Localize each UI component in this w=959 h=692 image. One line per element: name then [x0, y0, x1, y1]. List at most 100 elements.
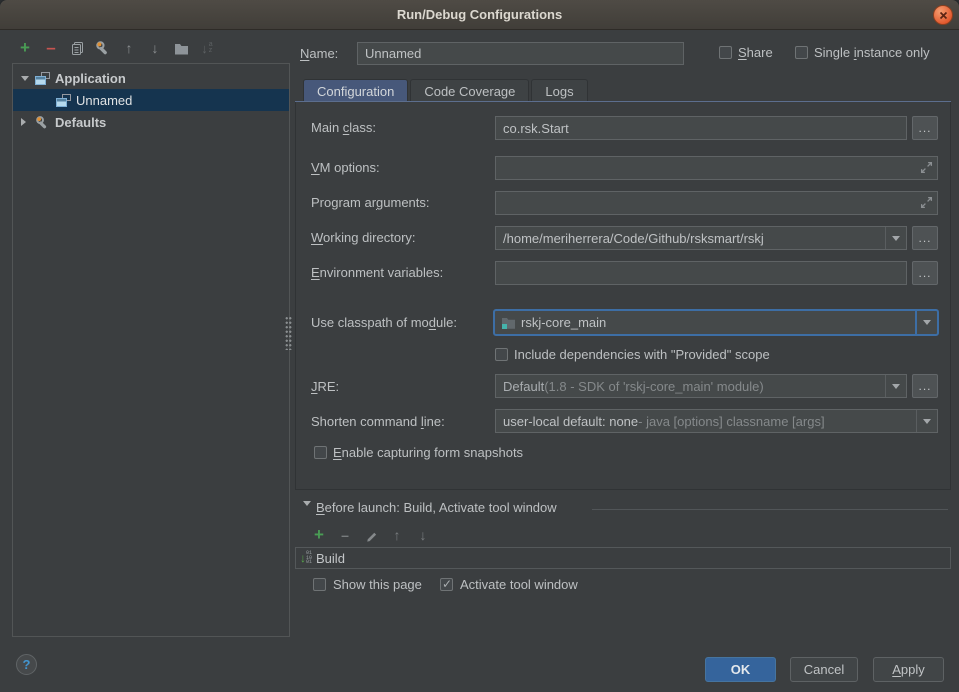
ok-button[interactable]: OK	[705, 657, 776, 682]
cancel-button-label: Cancel	[804, 662, 844, 677]
tree-item-defaults[interactable]: Defaults	[13, 111, 289, 133]
cancel-button[interactable]: Cancel	[790, 657, 858, 682]
remove-icon: –	[341, 527, 349, 543]
configurations-toolbar: + – ↑ ↓	[12, 38, 220, 58]
add-configuration-button[interactable]: +	[12, 38, 38, 58]
dropdown-button[interactable]	[885, 375, 906, 397]
dropdown-button[interactable]	[885, 227, 906, 249]
shorten-command-line-combo[interactable]: user-local default: none - java [options…	[495, 409, 938, 433]
tab-bar: Configuration Code Coverage Logs	[303, 79, 590, 102]
window-title: Run/Debug Configurations	[0, 0, 959, 29]
environment-variables-browse-button[interactable]: ...	[912, 261, 938, 285]
tree-item-label: Application	[55, 71, 126, 86]
dropdown-button[interactable]	[915, 311, 937, 334]
ellipsis-icon: ...	[918, 121, 931, 135]
ellipsis-icon: ...	[918, 231, 931, 245]
sort-configurations-button[interactable]: ↓ az	[194, 38, 220, 58]
tree-item-unnamed[interactable]: Unnamed	[13, 89, 289, 111]
classpath-module-value: rskj-core_main	[521, 315, 606, 330]
main-class-label: Main class:	[311, 120, 376, 135]
vm-options-input[interactable]	[495, 156, 938, 180]
main-class-input[interactable]	[495, 116, 907, 140]
task-label[interactable]: Build	[316, 551, 345, 566]
move-up-button[interactable]: ↑	[116, 38, 142, 58]
environment-variables-label: Environment variables:	[311, 265, 443, 280]
add-task-button[interactable]: +	[306, 525, 332, 545]
tab-code-coverage[interactable]: Code Coverage	[410, 79, 529, 102]
show-this-page-checkbox[interactable]	[313, 578, 326, 591]
name-label: Name:	[300, 46, 338, 61]
activate-tool-window-checkbox[interactable]	[440, 578, 453, 591]
tree-collapsed-icon[interactable]	[21, 118, 35, 126]
working-directory-combo[interactable]: /home/meriherrera/Code/Github/rsksmart/r…	[495, 226, 907, 250]
before-launch-separator	[592, 509, 948, 510]
move-down-icon: ↓	[152, 40, 159, 56]
include-provided-label: Include dependencies with "Provided" sco…	[514, 347, 770, 362]
move-up-icon: ↑	[394, 527, 401, 543]
help-button[interactable]: ?	[16, 654, 37, 675]
tree-item-application[interactable]: Application	[13, 67, 289, 89]
pencil-icon	[365, 529, 378, 542]
new-folder-button[interactable]	[168, 38, 194, 58]
configurations-tree: Application Unnamed Defaults	[12, 63, 290, 637]
vm-options-label: VM options:	[311, 160, 380, 175]
close-button[interactable]	[933, 5, 953, 25]
tree-item-label: Defaults	[55, 115, 106, 130]
add-icon: +	[20, 40, 30, 56]
program-arguments-input[interactable]	[495, 191, 938, 215]
chevron-down-icon	[892, 384, 900, 389]
tree-expanded-icon[interactable]	[21, 76, 35, 81]
tab-configuration[interactable]: Configuration	[303, 79, 408, 102]
add-icon: +	[314, 527, 324, 543]
working-directory-browse-button[interactable]: ...	[912, 226, 938, 250]
before-launch-task-list: ↓ 01 10 01 Build	[295, 547, 951, 569]
name-input[interactable]	[357, 42, 684, 65]
tab-logs[interactable]: Logs	[531, 79, 587, 102]
application-icon	[56, 94, 71, 107]
single-instance-label: Single instance only	[814, 45, 930, 60]
application-icon	[35, 72, 50, 85]
single-instance-checkbox[interactable]	[795, 46, 808, 59]
program-arguments-label: Program arguments:	[311, 195, 430, 210]
share-label: Share	[738, 45, 773, 60]
edit-task-button[interactable]	[358, 525, 384, 545]
wrench-icon	[35, 115, 50, 130]
apply-button[interactable]: Apply	[873, 657, 944, 682]
expand-field-icon[interactable]	[920, 196, 933, 209]
titlebar[interactable]: Run/Debug Configurations	[0, 0, 959, 30]
configuration-panel: Main class: ... VM options: Program argu…	[295, 102, 951, 490]
include-provided-checkbox[interactable]	[495, 348, 508, 361]
remove-configuration-button[interactable]: –	[38, 38, 64, 58]
splitter-handle[interactable]	[285, 316, 292, 350]
folder-icon	[174, 42, 189, 55]
chevron-down-icon	[892, 236, 900, 241]
tree-item-label: Unnamed	[76, 93, 132, 108]
before-launch-title: Before launch: Build, Activate tool wind…	[316, 500, 557, 515]
ellipsis-icon: ...	[918, 379, 931, 393]
expand-field-icon[interactable]	[920, 161, 933, 174]
edit-defaults-button[interactable]	[90, 38, 116, 58]
dropdown-button[interactable]	[916, 410, 937, 432]
module-icon	[501, 316, 516, 329]
jre-combo[interactable]: Default (1.8 - SDK of 'rskj-core_main' m…	[495, 374, 907, 398]
jre-browse-button[interactable]: ...	[912, 374, 938, 398]
capture-snapshots-checkbox[interactable]	[314, 446, 327, 459]
move-task-down-button[interactable]: ↓	[410, 525, 436, 545]
tab-label: Logs	[545, 84, 573, 99]
before-launch-collapse-icon[interactable]	[303, 506, 311, 524]
shorten-value: user-local default: none	[503, 414, 638, 429]
share-checkbox[interactable]	[719, 46, 732, 59]
environment-variables-input[interactable]	[495, 261, 907, 285]
jre-label: JRE:	[311, 379, 339, 394]
remove-task-button[interactable]: –	[332, 525, 358, 545]
activate-tool-window-label: Activate tool window	[460, 577, 578, 592]
classpath-module-combo[interactable]: rskj-core_main	[493, 309, 939, 336]
main-class-browse-button[interactable]: ...	[912, 116, 938, 140]
shorten-command-line-label: Shorten command line:	[311, 414, 445, 429]
remove-icon: –	[46, 41, 55, 55]
copy-icon	[70, 41, 85, 56]
shorten-value-detail: - java [options] classname [args]	[638, 414, 824, 429]
copy-configuration-button[interactable]	[64, 38, 90, 58]
move-down-button[interactable]: ↓	[142, 38, 168, 58]
move-task-up-button[interactable]: ↑	[384, 525, 410, 545]
